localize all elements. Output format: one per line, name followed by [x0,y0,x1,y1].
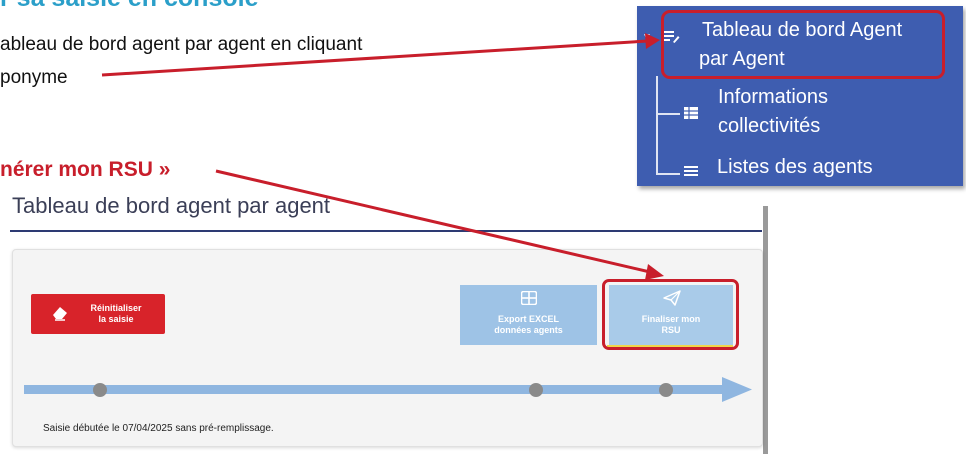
title-underline [10,230,762,232]
excel-label-line-1: Export EXCEL [497,314,559,324]
tree-connector-vertical [656,76,658,175]
list-icon [684,164,698,180]
menu-item-informations-line-1: Informations [718,86,829,108]
status-text: Saisie débutée le 07/04/2025 sans pré-re… [43,423,274,434]
section-heading: r sa saisie en console [0,0,258,13]
menu-item-listes-des-agents[interactable]: Listes des agents [717,156,873,179]
reset-entry-button[interactable]: Réinitialiser la saisie [31,294,165,334]
page-title: Tableau de bord agent par agent [12,193,331,218]
reset-label-line-1: Réinitialiser [90,303,142,313]
reset-label-line-2: la saisie [98,314,134,324]
generate-rsu-callout: nérer mon RSU » [0,158,171,181]
menu-item-informations-line-2: collectivités [718,115,821,137]
grid-icon [520,290,538,310]
tree-connector-branch-1 [656,113,680,115]
menu-item-informations-collectivites[interactable]: Informations collectivités [718,86,828,138]
panel-edge [763,206,768,454]
export-excel-button[interactable]: Export EXCEL données agents [460,285,597,345]
finalize-highlight-box [602,279,739,350]
instruction-text-line-1: ableau de bord agent par agent en cliqua… [0,34,363,55]
caret-down-icon: ▼ [642,32,652,43]
tree-connector-branch-2 [656,173,680,175]
eraser-icon [51,305,69,326]
table-icon [684,106,698,122]
instruction-text-line-2: ponyme [0,67,68,88]
menu-highlight-box [661,10,945,79]
excel-label-line-2: données agents [494,325,563,335]
